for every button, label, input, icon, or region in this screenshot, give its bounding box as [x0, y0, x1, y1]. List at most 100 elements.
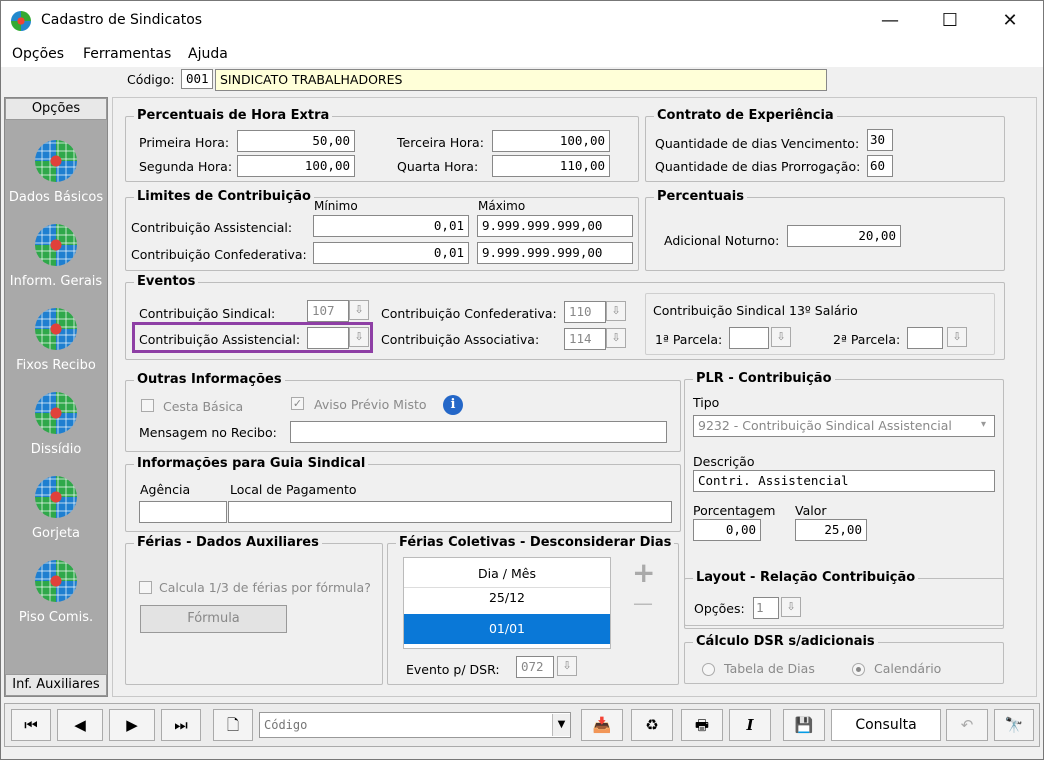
dias-vencimento-field[interactable]: 30: [867, 129, 893, 151]
contrib-sindical-dropdown-icon[interactable]: ⇩: [349, 300, 369, 320]
previous-record-button[interactable]: ◀: [57, 709, 103, 741]
plr-porcentagem-label: Porcentagem: [693, 503, 776, 518]
binoculars-icon[interactable]: 🔭: [994, 709, 1034, 741]
calcula-formula-checkbox[interactable]: [139, 581, 152, 594]
minimize-button[interactable]: —: [867, 7, 913, 35]
info-icon[interactable]: i: [443, 395, 463, 415]
contrib-confed-label: Contribuição Confederativa:: [381, 306, 557, 321]
assist-minimo-field[interactable]: 0,01: [313, 215, 469, 237]
quarta-hora-field[interactable]: 110,00: [492, 155, 610, 177]
sidebar-item-fixos-recibo[interactable]: Fixos Recibo: [5, 308, 107, 373]
formula-button[interactable]: Fórmula: [140, 605, 287, 633]
calcula-formula-label: Calcula 1/3 de férias por fórmula?: [159, 580, 371, 595]
contrib-assoc-dropdown-icon[interactable]: ⇩: [606, 328, 626, 348]
first-record-button[interactable]: ⏮: [11, 709, 51, 741]
codigo-number-field[interactable]: 001: [181, 69, 213, 89]
globe-icon: [35, 392, 77, 434]
layout-opcoes-dropdown-icon[interactable]: ⇩: [781, 597, 801, 617]
quarta-hora-label: Quarta Hora:: [397, 159, 479, 174]
ferias-title: Férias - Dados Auxiliares: [134, 535, 322, 550]
menu-opcoes[interactable]: Opções: [12, 46, 64, 62]
sidebar-item-dissidio[interactable]: Dissídio: [5, 392, 107, 457]
globe-icon: [35, 308, 77, 350]
mensagem-recibo-label: Mensagem no Recibo:: [139, 425, 277, 440]
italic-edit-icon[interactable]: I: [729, 709, 771, 741]
app-logo-icon: [11, 11, 31, 31]
globe-icon: [35, 560, 77, 602]
import-icon[interactable]: 📥: [581, 709, 623, 741]
hora-extra-title: Percentuais de Hora Extra: [134, 108, 333, 123]
parcela1-dropdown-icon[interactable]: ⇩: [771, 327, 791, 347]
maximo-label: Máximo: [478, 199, 526, 213]
outras-title: Outras Informações: [134, 372, 285, 387]
primeira-hora-field[interactable]: 50,00: [237, 130, 355, 152]
menu-ajuda[interactable]: Ajuda: [188, 46, 228, 62]
confed-maximo-field[interactable]: 9.999.999.999,00: [477, 242, 633, 264]
dia-mes-header[interactable]: Dia / Mês: [404, 566, 610, 581]
eventos-title: Eventos: [134, 274, 199, 289]
segunda-hora-field[interactable]: 100,00: [237, 155, 355, 177]
terceira-hora-field[interactable]: 100,00: [492, 130, 610, 152]
sidebar-item-gorjeta[interactable]: Gorjeta: [5, 476, 107, 541]
recycle-bin-icon[interactable]: ♻: [631, 709, 673, 741]
sidebar: Opções Dados Básicos Inform. Gerais Fixo…: [4, 97, 108, 697]
sidebar-item-inform-gerais[interactable]: Inform. Gerais: [5, 224, 107, 289]
codigo-label: Código:: [127, 72, 175, 87]
sidebar-item-dados-basicos[interactable]: Dados Básicos: [5, 140, 107, 205]
parcela1-field[interactable]: [729, 327, 769, 349]
aviso-previo-checkbox[interactable]: ✓: [291, 397, 304, 410]
confed-minimo-field[interactable]: 0,01: [313, 242, 469, 264]
parcela2-field[interactable]: [907, 327, 943, 349]
print-icon[interactable]: 🖶: [681, 709, 723, 741]
new-document-icon[interactable]: 🗋: [213, 709, 253, 741]
cesta-basica-checkbox[interactable]: [141, 399, 154, 412]
search-dropdown-icon[interactable]: ▼: [552, 714, 570, 736]
contrib-assist-field[interactable]: [307, 327, 349, 349]
table-row[interactable]: 25/12: [404, 590, 610, 605]
cesta-basica-label: Cesta Básica: [163, 399, 244, 414]
sidebar-header[interactable]: Opções: [5, 98, 107, 120]
contrib-assist-dropdown-icon[interactable]: ⇩: [349, 327, 369, 347]
adicional-noturno-field[interactable]: 20,00: [787, 225, 901, 247]
table-row-selected[interactable]: 01/01: [404, 614, 610, 644]
layout-opcoes-field[interactable]: 1: [753, 597, 779, 619]
plr-valor-field[interactable]: 25,00: [795, 519, 867, 541]
contrib-confed-field[interactable]: 110: [564, 301, 606, 323]
dias-prorrogacao-field[interactable]: 60: [867, 155, 893, 177]
agencia-field[interactable]: [139, 501, 227, 523]
save-icon[interactable]: 💾: [783, 709, 825, 741]
dias-prorrogacao-label: Quantidade de dias Prorrogação:: [655, 159, 861, 174]
evento-dsr-dropdown-icon[interactable]: ⇩: [557, 656, 577, 676]
last-record-button[interactable]: ⏭: [161, 709, 201, 741]
parcela2-label: 2ª Parcela:: [833, 332, 901, 347]
codigo-name-field[interactable]: SINDICATO TRABALHADORES: [215, 69, 827, 91]
sidebar-footer[interactable]: Inf. Auxiliares: [5, 674, 107, 696]
undo-icon[interactable]: ↶: [946, 709, 988, 741]
plr-tipo-select[interactable]: 9232 - Contribuição Sindical Assistencia…: [693, 415, 995, 437]
plr-descricao-field[interactable]: Contri. Assistencial: [693, 470, 995, 492]
remove-icon[interactable]: —: [633, 593, 653, 613]
search-code-input[interactable]: [259, 712, 571, 738]
plr-porcentagem-field[interactable]: 0,00: [693, 519, 761, 541]
sidebar-item-piso-comis[interactable]: Piso Comis.: [5, 560, 107, 625]
contrib-confed-dropdown-icon[interactable]: ⇩: [606, 301, 626, 321]
close-button[interactable]: ✕: [987, 7, 1033, 35]
parcela2-dropdown-icon[interactable]: ⇩: [947, 327, 967, 347]
local-pagamento-field[interactable]: [228, 501, 672, 523]
assist-limite-label: Contribuição Assistencial:: [131, 220, 293, 235]
contrib-sindical-field[interactable]: 107: [307, 300, 349, 322]
contrib-assoc-field[interactable]: 114: [564, 328, 606, 350]
globe-icon: [35, 224, 77, 266]
assist-maximo-field[interactable]: 9.999.999.999,00: [477, 215, 633, 237]
calendario-radio[interactable]: [852, 663, 865, 676]
tabela-dias-radio[interactable]: [702, 663, 715, 676]
maximize-button[interactable]: ☐: [927, 7, 973, 35]
add-icon[interactable]: +: [632, 559, 655, 587]
evento-dsr-field[interactable]: 072: [516, 656, 554, 678]
mensagem-recibo-field[interactable]: [290, 421, 667, 443]
menu-ferramentas[interactable]: Ferramentas: [83, 46, 171, 62]
coletivas-title: Férias Coletivas - Desconsiderar Dias: [396, 535, 675, 550]
aviso-previo-label: Aviso Prévio Misto: [314, 397, 427, 412]
next-record-button[interactable]: ▶: [109, 709, 155, 741]
local-pagamento-label: Local de Pagamento: [230, 482, 357, 497]
